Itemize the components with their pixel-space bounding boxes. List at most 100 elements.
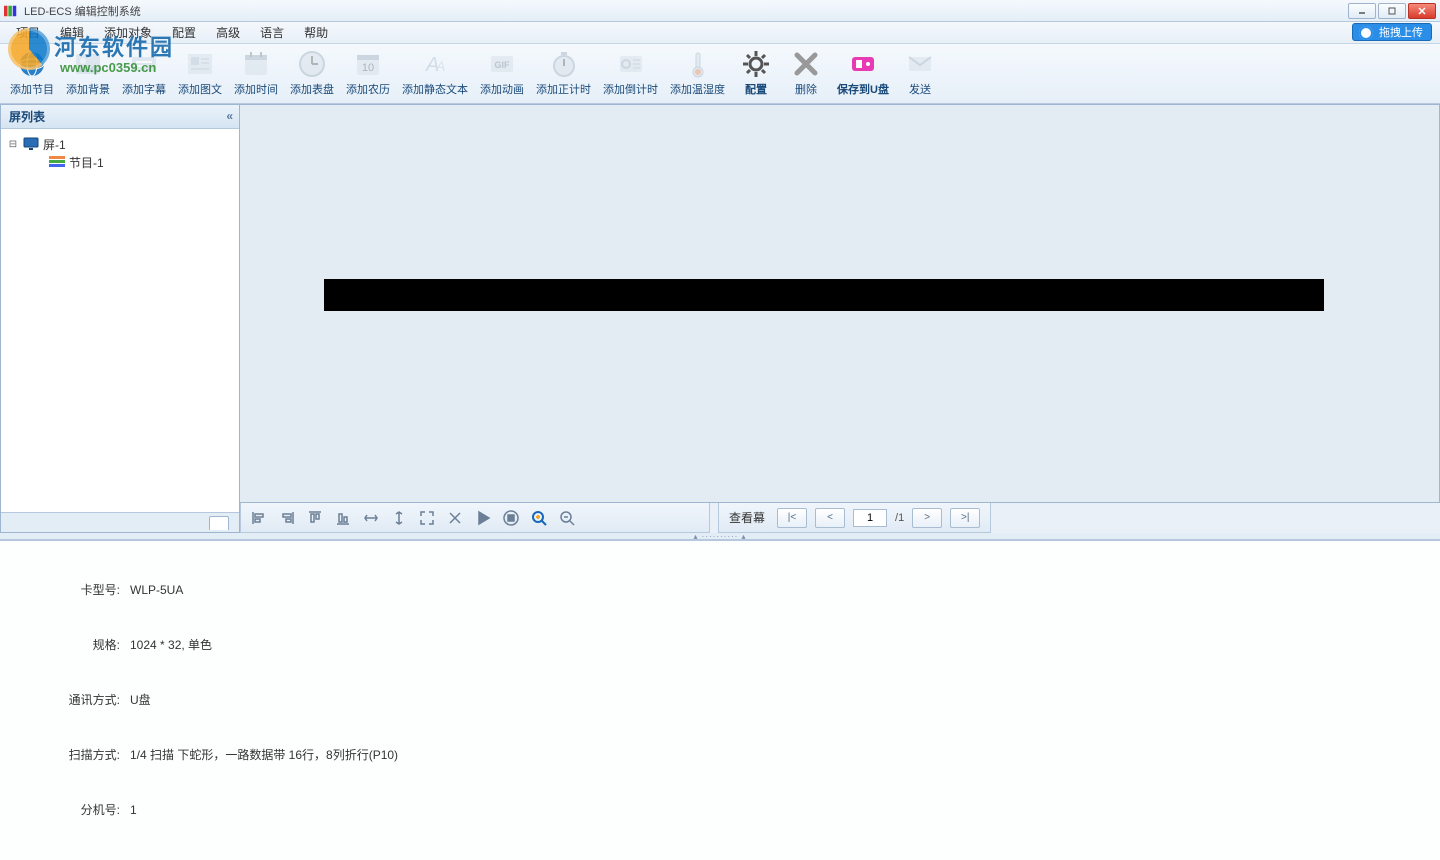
menu-edit[interactable]: 编辑 bbox=[50, 22, 94, 43]
timer-icon bbox=[615, 48, 647, 80]
stretch-h-button[interactable] bbox=[359, 507, 383, 529]
clock-icon bbox=[296, 48, 328, 80]
zoom-in-button[interactable] bbox=[527, 507, 551, 529]
play-button[interactable] bbox=[471, 507, 495, 529]
led-preview-strip[interactable] bbox=[324, 279, 1324, 311]
info-label: 扫描方式: bbox=[50, 746, 120, 763]
thermo-icon bbox=[682, 48, 714, 80]
info-value: 1/4 扫描 下蛇形，一路数据带 16行，8列折行(P10) bbox=[130, 746, 398, 763]
tree-node-program[interactable]: 节目-1 bbox=[7, 153, 233, 171]
info-value: U盘 bbox=[130, 691, 151, 708]
menu-bar: 项目 编辑 添加对象 配置 高级 语言 帮助 拖拽上传 bbox=[0, 22, 1440, 44]
main-toolbar: 添加节目添加背景添加字幕添加图文添加时间添加表盘10添加农历AA添加静态文本GI… bbox=[0, 44, 1440, 104]
toolbar-gear[interactable]: 配置 bbox=[731, 46, 781, 103]
toolbar-x[interactable]: 删除 bbox=[781, 46, 831, 103]
align-right-button[interactable] bbox=[275, 507, 299, 529]
prev-page-button[interactable]: < bbox=[815, 508, 845, 528]
toolbar-image[interactable]: 添加背景 bbox=[60, 46, 116, 103]
next-page-button[interactable]: > bbox=[912, 508, 942, 528]
toolbar-subtitle[interactable]: 添加字幕 bbox=[116, 46, 172, 103]
svg-text:10: 10 bbox=[362, 62, 374, 74]
paging-label: 查看幕 bbox=[729, 509, 765, 526]
screen-tree[interactable]: ⊟ 屏-1 节目-1 bbox=[1, 129, 239, 512]
info-row: 分机号: 1 bbox=[50, 801, 1440, 818]
info-label: 分机号: bbox=[50, 801, 120, 818]
close-button[interactable] bbox=[1408, 3, 1436, 19]
toolbar-cal10[interactable]: 10添加农历 bbox=[340, 46, 396, 103]
cal10-icon: 10 bbox=[352, 48, 384, 80]
svg-text:A: A bbox=[435, 58, 445, 74]
globe-icon bbox=[16, 48, 48, 80]
info-value: 1024 * 32, 单色 bbox=[130, 636, 212, 653]
stop-button[interactable] bbox=[499, 507, 523, 529]
edit-toolbar bbox=[240, 503, 710, 533]
menu-language[interactable]: 语言 bbox=[250, 22, 294, 43]
stretch-v-button[interactable] bbox=[387, 507, 411, 529]
menu-project[interactable]: 项目 bbox=[6, 22, 50, 43]
usb-icon bbox=[847, 48, 879, 80]
collapse-sidebar-icon[interactable]: « bbox=[226, 109, 233, 123]
page-input[interactable] bbox=[853, 509, 887, 527]
calendar-icon bbox=[240, 48, 272, 80]
sidebar-tab-strip bbox=[1, 512, 239, 532]
info-value: WLP-5UA bbox=[130, 583, 183, 597]
info-row: 扫描方式: 1/4 扫描 下蛇形，一路数据带 16行，8列折行(P10) bbox=[50, 746, 1440, 763]
delete-button[interactable] bbox=[443, 507, 467, 529]
menu-add-object[interactable]: 添加对象 bbox=[94, 22, 162, 43]
paging-bar: 查看幕 |< < /1 > >| bbox=[718, 503, 991, 533]
gif-icon: GIF bbox=[486, 48, 518, 80]
mail-icon bbox=[904, 48, 936, 80]
page-total: /1 bbox=[895, 512, 904, 524]
tree-expand-icon[interactable]: ⊟ bbox=[7, 139, 19, 150]
toolbar-clock[interactable]: 添加表盘 bbox=[284, 46, 340, 103]
screen-list-header: 屏列表 « bbox=[1, 105, 239, 129]
fit-button[interactable] bbox=[415, 507, 439, 529]
title-bar: LED-ECS 编辑控制系统 bbox=[0, 0, 1440, 22]
info-label: 规格: bbox=[50, 636, 120, 653]
toolbar-timer[interactable]: 添加倒计时 bbox=[597, 46, 664, 103]
drag-upload-button[interactable]: 拖拽上传 bbox=[1352, 23, 1432, 41]
app-icon bbox=[4, 4, 18, 18]
menu-config[interactable]: 配置 bbox=[162, 22, 206, 43]
info-row: 卡型号: WLP-5UA bbox=[50, 581, 1440, 598]
zoom-out-button[interactable] bbox=[555, 507, 579, 529]
x-icon bbox=[790, 48, 822, 80]
program-icon bbox=[49, 155, 65, 169]
preview-canvas[interactable] bbox=[240, 104, 1440, 503]
horizontal-splitter[interactable]: ▴ ·········· ▴ bbox=[0, 533, 1440, 540]
properties-panel: 卡型号: WLP-5UA 规格: 1024 * 32, 单色通讯方式: U盘扫描方式: 1… bbox=[0, 540, 1440, 860]
first-page-button[interactable]: |< bbox=[777, 508, 807, 528]
sidebar-tab[interactable] bbox=[209, 516, 229, 530]
info-value: 1 bbox=[130, 803, 137, 817]
align-left-button[interactable] bbox=[247, 507, 271, 529]
window-title: LED-ECS 编辑控制系统 bbox=[24, 3, 1348, 19]
text-icon: AA bbox=[419, 48, 451, 80]
toolbar-mail[interactable]: 发送 bbox=[895, 46, 945, 103]
toolbar-globe[interactable]: 添加节目 bbox=[4, 46, 60, 103]
toolbar-thermo[interactable]: 添加温湿度 bbox=[664, 46, 731, 103]
toolbar-usb[interactable]: 保存到U盘 bbox=[831, 46, 895, 103]
align-top-button[interactable] bbox=[303, 507, 327, 529]
gear-icon bbox=[740, 48, 772, 80]
toolbar-picture[interactable]: 添加图文 bbox=[172, 46, 228, 103]
toolbar-calendar[interactable]: 添加时间 bbox=[228, 46, 284, 103]
screen-list-panel: 屏列表 « ⊟ 屏-1 节目-1 bbox=[0, 104, 240, 533]
stopwatch-icon bbox=[548, 48, 580, 80]
menu-help[interactable]: 帮助 bbox=[294, 22, 338, 43]
info-label: 卡型号: bbox=[50, 581, 120, 598]
last-page-button[interactable]: >| bbox=[950, 508, 980, 528]
tree-node-screen[interactable]: ⊟ 屏-1 bbox=[7, 135, 233, 153]
image-icon bbox=[72, 48, 104, 80]
picture-icon bbox=[184, 48, 216, 80]
toolbar-stopwatch[interactable]: 添加正计时 bbox=[530, 46, 597, 103]
menu-advanced[interactable]: 高级 bbox=[206, 22, 250, 43]
toolbar-text[interactable]: AA添加静态文本 bbox=[396, 46, 474, 103]
monitor-icon bbox=[23, 137, 39, 151]
maximize-button[interactable] bbox=[1378, 3, 1406, 19]
svg-text:GIF: GIF bbox=[495, 60, 511, 70]
minimize-button[interactable] bbox=[1348, 3, 1376, 19]
align-bottom-button[interactable] bbox=[331, 507, 355, 529]
info-row: 规格: 1024 * 32, 单色 bbox=[50, 636, 1440, 653]
toolbar-gif[interactable]: GIF添加动画 bbox=[474, 46, 530, 103]
info-label: 通讯方式: bbox=[50, 691, 120, 708]
